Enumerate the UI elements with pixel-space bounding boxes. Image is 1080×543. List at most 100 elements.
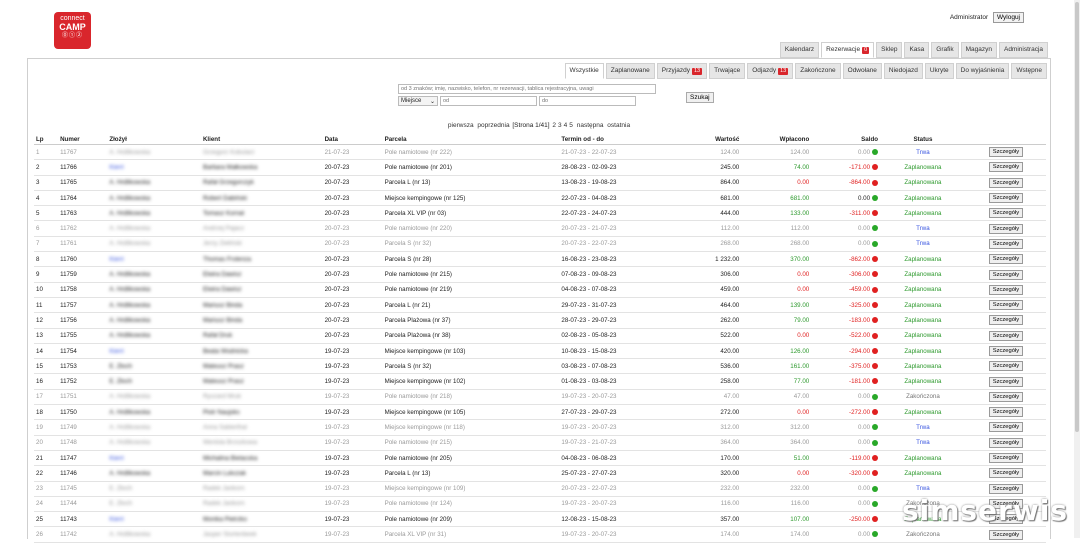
details-button[interactable]: Szczegóły: [988, 177, 1024, 188]
pager-first[interactable]: pierwsza: [448, 122, 474, 129]
details-button[interactable]: Szczegóły: [988, 193, 1024, 204]
row-paid: 0.00: [741, 465, 812, 482]
row-number: 11761: [58, 236, 108, 253]
details-button[interactable]: Szczegóły: [988, 238, 1024, 249]
connectcamp-logo[interactable]: connect CAMP ⓪①②: [54, 12, 91, 49]
pager-last[interactable]: ostatnia: [607, 122, 630, 129]
tab-administracja[interactable]: Administracja: [998, 42, 1048, 58]
details-button[interactable]: Szczegóły: [988, 284, 1024, 295]
created-by-name: A. Hrdlikowska: [109, 179, 151, 187]
place-select[interactable]: Miejsce ⌄: [398, 96, 438, 106]
details-button[interactable]: Szczegóły: [988, 254, 1024, 265]
tab-kasa[interactable]: Kasa: [904, 42, 930, 58]
client-name: Jasper Stortenbeek: [202, 531, 257, 539]
filter-tab-odwolane[interactable]: Odwołane: [842, 63, 882, 79]
filter-tab-do-wyjasnienia[interactable]: Do wyjaśnienia: [955, 63, 1010, 79]
row-value: 306.00: [682, 266, 742, 283]
row-status: Zaplanowana: [880, 465, 966, 482]
details-button[interactable]: Szczegóły: [988, 407, 1024, 418]
row-client: Andrzej Pajacz: [200, 220, 323, 237]
filter-tab-niedojazd[interactable]: Niedojazd: [883, 63, 923, 79]
row-term: 19-07-23 - 20-07-23: [559, 526, 683, 543]
tab-kalendarz[interactable]: Kalendarz: [779, 42, 820, 58]
filter-tab-zakonczone[interactable]: Zakończone: [795, 63, 841, 79]
details-button[interactable]: Szczegóły: [988, 529, 1024, 540]
filter-tab-przyjazdy[interactable]: Przyjazdy 13: [656, 63, 708, 79]
status-badge: Zaplanowana: [904, 255, 942, 263]
table-row: 6 11762 A. Hrdlikowska Andrzej Pajacz 20-07-…: [34, 220, 1046, 237]
filter-tab-zaplanowane[interactable]: Zaplanowane: [605, 63, 655, 79]
row-actions: Szczegóły: [965, 266, 1046, 283]
details-button[interactable]: Szczegóły: [988, 437, 1024, 448]
row-client: Wenlola Brzozkowa: [200, 435, 323, 451]
filter-tab-wszystkie[interactable]: Wszystkie: [564, 63, 604, 79]
row-number: 11746: [58, 465, 108, 482]
details-button[interactable]: Szczegóły: [988, 223, 1024, 234]
created-by-name: Kierri: [109, 255, 124, 263]
row-parcel: Pole namiotowe (nr 215): [382, 266, 560, 283]
row-parcel: Pole namiotowe (nr 205): [382, 450, 560, 467]
row-paid: 268.00: [741, 236, 812, 253]
page-scrollbar[interactable]: [1074, 0, 1080, 538]
row-status: Trwa: [880, 220, 966, 237]
details-button[interactable]: Szczegóły: [988, 483, 1024, 494]
row-created-by: Kierri: [107, 343, 201, 360]
row-status: Zaplanowana: [880, 266, 966, 283]
status-badge: Zaplanowana: [904, 179, 942, 187]
filter-tab-wstepne[interactable]: Wstępne: [1011, 63, 1047, 79]
pager-page-2[interactable]: 2: [552, 122, 556, 129]
filter-tab-ukryte[interactable]: Ukryte: [924, 63, 954, 79]
search-input[interactable]: [398, 84, 656, 94]
details-button[interactable]: Szczegóły: [988, 346, 1024, 356]
row-saldo: -119.00: [811, 450, 881, 467]
tab-rezerwacje[interactable]: Rezerwacje 0: [821, 42, 875, 58]
pager-page-4[interactable]: 4: [564, 122, 568, 129]
to-field[interactable]: [539, 96, 636, 106]
row-lp: 25: [34, 511, 59, 528]
client-name: Mateusz Prasz: [202, 378, 244, 386]
pager-page-5[interactable]: 5: [569, 122, 573, 129]
details-button[interactable]: Szczegóły: [988, 208, 1024, 219]
row-actions: Szczegóły: [965, 205, 1046, 222]
filter-tab-odjazdy[interactable]: Odjazdy 13: [747, 63, 794, 79]
row-paid: 0.00: [741, 175, 812, 191]
details-button[interactable]: Szczegóły: [988, 361, 1024, 372]
row-paid: 0.00: [741, 404, 812, 421]
tab-grafik[interactable]: Grafik: [931, 42, 959, 58]
row-client: Jasper Stortenbeek: [200, 526, 323, 543]
tab-sklep[interactable]: Sklep: [876, 42, 903, 58]
row-date: 19-07-23: [322, 373, 383, 390]
search-button[interactable]: Szukaj: [686, 92, 714, 103]
created-by-name: A. Hrdlikowska: [109, 469, 151, 477]
details-button[interactable]: Szczegóły: [988, 330, 1024, 341]
details-button[interactable]: Szczegóły: [988, 422, 1024, 433]
saldo-value: -325.00: [849, 301, 871, 309]
row-parcel: Pole namiotowe (nr 124): [382, 496, 560, 513]
scrollbar-thumb[interactable]: [1075, 2, 1079, 432]
created-by-name: A. Hrdlikowska: [109, 393, 151, 401]
details-button[interactable]: Szczegóły: [988, 453, 1024, 464]
logout-button[interactable]: Wyloguj: [992, 12, 1024, 23]
red-dot-icon: [872, 378, 879, 385]
row-status: Zaplanowana: [880, 343, 966, 360]
row-actions: Szczegóły: [965, 144, 1046, 161]
details-button[interactable]: Szczegóły: [988, 147, 1024, 158]
details-button[interactable]: Szczegóły: [988, 300, 1024, 311]
details-button[interactable]: Szczegóły: [988, 269, 1024, 280]
details-button[interactable]: Szczegóły: [988, 162, 1024, 173]
row-number: 11758: [58, 282, 108, 298]
pager-page-3[interactable]: 3: [558, 122, 562, 129]
row-saldo: 0.00: [811, 496, 881, 513]
pager-next[interactable]: następna: [577, 122, 604, 129]
tab-magazyn[interactable]: Magazyn: [960, 42, 997, 58]
row-parcel: Parcela L (nr 21): [382, 297, 560, 314]
details-button[interactable]: Szczegóły: [988, 468, 1024, 479]
filter-tab-trwajace[interactable]: Trwające: [709, 63, 746, 79]
pager-prev[interactable]: poprzednia: [477, 122, 509, 129]
row-date: 19-07-23: [322, 481, 383, 497]
details-button[interactable]: Szczegóły: [988, 315, 1024, 326]
from-field[interactable]: [440, 96, 537, 106]
details-button[interactable]: Szczegóły: [988, 391, 1024, 402]
details-button[interactable]: Szczegóły: [988, 376, 1024, 387]
row-number: 11750: [58, 404, 108, 421]
